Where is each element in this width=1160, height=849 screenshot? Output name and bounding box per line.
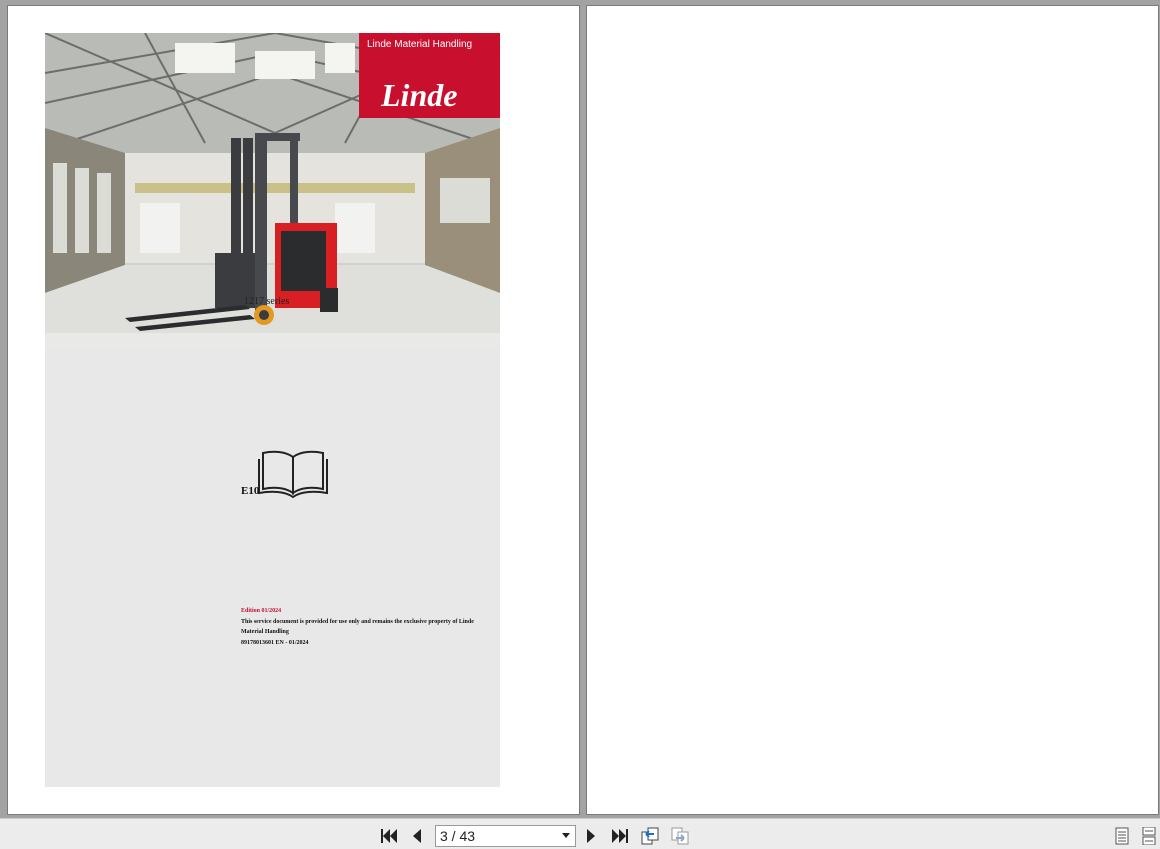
last-page-icon (612, 829, 628, 843)
document-page-left: Linde Material Handling Linde 1217 serie… (7, 5, 580, 815)
linde-brand-block: Linde Material Handling Linde (359, 33, 500, 118)
document-number: 89178013601 EN - 01/2024 (241, 639, 309, 646)
single-page-view-icon (1115, 827, 1129, 845)
linde-logo: Linde (381, 77, 458, 113)
continuous-view-button[interactable] (1139, 826, 1159, 846)
previous-page-icon (413, 829, 421, 843)
brand-text: Linde Material Handling (367, 39, 473, 50)
next-page-button[interactable] (581, 826, 601, 846)
page-dropdown-icon[interactable] (560, 829, 572, 843)
document-viewer[interactable]: Linde Material Handling Linde 1217 serie… (0, 0, 1160, 818)
last-page-button[interactable] (610, 826, 630, 846)
go-forward-view-button[interactable] (670, 826, 690, 846)
first-page-icon (381, 829, 397, 843)
page-selector[interactable] (435, 825, 576, 847)
navigation-toolbar (0, 818, 1160, 849)
edition-text: Edition 01/2024 (241, 608, 282, 614)
model-label: E10 (241, 485, 260, 497)
document-page-right (586, 5, 1159, 815)
book-icon (258, 450, 328, 499)
cover-page: Linde Material Handling Linde 1217 serie… (45, 33, 500, 787)
notice-text: This service document is provided for us… (241, 618, 474, 636)
first-page-button[interactable] (379, 826, 399, 846)
previous-page-button[interactable] (407, 826, 427, 846)
edition-info: Edition 01/2024 This service document is… (241, 606, 491, 648)
continuous-view-icon (1142, 827, 1156, 845)
page-number-input[interactable] (436, 827, 554, 845)
go-back-view-icon (641, 827, 659, 845)
next-page-icon (587, 829, 595, 843)
series-label: 1217 series (244, 296, 290, 307)
go-forward-view-icon (671, 827, 689, 845)
go-back-view-button[interactable] (640, 826, 660, 846)
single-page-view-button[interactable] (1112, 826, 1132, 846)
